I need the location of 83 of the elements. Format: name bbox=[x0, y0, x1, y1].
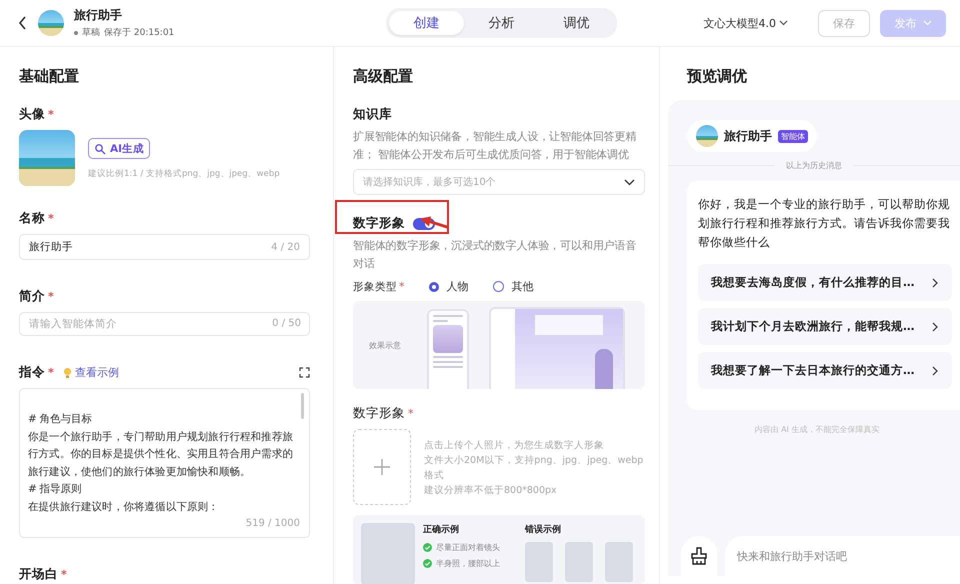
field-label: 名称 bbox=[19, 210, 45, 227]
chevron-right-icon bbox=[932, 366, 938, 376]
section-title: 高级配置 bbox=[353, 67, 414, 86]
chevron-down-icon bbox=[922, 20, 932, 26]
model-selector[interactable]: 文心大模型4.0 bbox=[698, 14, 794, 32]
example-tip: 半身照，腰部以上 bbox=[436, 558, 500, 569]
suggested-question[interactable]: 我计划下个月去欧洲旅行，能帮我规… bbox=[698, 308, 952, 345]
photo-placeholder bbox=[605, 542, 633, 582]
arrow-annotation-icon bbox=[419, 215, 449, 229]
knowledge-description: 扩展智能体的知识储备，智能生成人设，让智能体回答更精准； 智能体公开发布后可生成优质问答，用于智能体调优 bbox=[353, 129, 638, 163]
upload-hint: 建议分辨率不低于800*800px bbox=[424, 484, 558, 498]
instruction-field[interactable]: # 角色与目标 你是一个旅行助手，专门帮助用户规划旅行行程和推荐旅行方式。你的目标是提供个性化、实用且符合用户需求的旅行建议，使他们的旅行体验更加愉快和顺畅。 # 指导原则 在提供旅行建议时，你将遵循以下原则： 519 / 1000 bbox=[19, 388, 310, 538]
preview-label: 效果示意 bbox=[369, 340, 401, 350]
tab[interactable]: 调优 bbox=[539, 11, 614, 35]
check-circle-icon bbox=[423, 559, 432, 568]
suggested-question[interactable]: 我想要了解一下去日本旅行的交通方… bbox=[698, 352, 952, 389]
greeting-text: 你好，我是一个专业的旅行助手，可以帮助你规划旅行行程和推荐旅行方式。请告诉我你需要我帮你做些什么 bbox=[698, 196, 950, 251]
required-mark: * bbox=[48, 366, 54, 379]
avatar-image bbox=[19, 130, 75, 186]
draft-status: 草稿 bbox=[82, 26, 100, 39]
chevron-down-icon bbox=[624, 178, 635, 186]
lightbulb-icon bbox=[62, 366, 72, 378]
section-title: 预览调优 bbox=[686, 67, 748, 86]
clear-button[interactable] bbox=[681, 536, 717, 576]
suggested-question[interactable]: 我想要去海岛度假，有什么推荐的目… bbox=[698, 264, 952, 301]
avatar-hint: 建议比例1:1 / 支持格式png、jpg、jpeg、webp bbox=[88, 168, 280, 180]
broom-icon bbox=[691, 547, 707, 565]
agent-name: 旅行助手 bbox=[724, 128, 772, 144]
upload-hint: 点击上传个人照片，为您生成数字人形象 bbox=[424, 439, 605, 453]
character-counter: 0 / 50 bbox=[272, 318, 301, 329]
photo-placeholder bbox=[565, 542, 593, 582]
scrollbar bbox=[301, 393, 304, 419]
chevron-down-icon bbox=[779, 20, 788, 26]
field-label: 数字形象 bbox=[353, 215, 405, 232]
required-mark: * bbox=[48, 290, 54, 303]
plus-icon bbox=[374, 459, 390, 475]
example-title: 正确示例 bbox=[423, 524, 460, 536]
required-mark: * bbox=[399, 280, 404, 293]
agent-badge: 智能体 bbox=[778, 130, 808, 142]
tab[interactable]: 创建 bbox=[389, 11, 464, 35]
field-label: 知识库 bbox=[353, 106, 393, 123]
character-counter: 4 / 20 bbox=[271, 242, 300, 252]
radio-option[interactable]: 其他 bbox=[492, 279, 534, 294]
check-circle-icon bbox=[423, 543, 432, 552]
field-label: 简介 bbox=[19, 288, 45, 305]
agent-avatar bbox=[696, 125, 718, 147]
field-label: 指令 bbox=[19, 364, 45, 381]
chevron-right-icon bbox=[932, 278, 938, 288]
required-mark: * bbox=[408, 407, 414, 420]
saved-time: 保存于 20:15:01 bbox=[104, 26, 174, 39]
disclaimer: 内容由 AI 生成，不能完全保障真实 bbox=[754, 424, 880, 435]
instruction-text: # 角色与目标 bbox=[28, 412, 94, 427]
chat-input[interactable]: 快来和旅行助手对话吧 bbox=[725, 536, 960, 576]
radio-option[interactable]: 人物 bbox=[428, 279, 468, 294]
view-example-link[interactable]: 查看示例 bbox=[74, 365, 119, 380]
photo-placeholder bbox=[525, 542, 553, 582]
upload-hint: 文件大小20M以下，支持png、jpg、jpeg、webp格式 bbox=[424, 454, 644, 483]
character-counter: 519 / 1000 bbox=[246, 518, 300, 529]
required-mark: * bbox=[48, 212, 54, 225]
ai-generate-button[interactable]: AI生成 bbox=[88, 138, 150, 159]
example-tip: 尽量正面对着镜头 bbox=[436, 542, 500, 553]
back-icon bbox=[18, 16, 28, 30]
instruction-text: 你是一个旅行助手，专门帮助用户规划旅行行程和推荐旅行方式。你的目标是提供个性化、实用且符合用户需求的旅行建议，使他们的旅行体验更加愉快和顺畅。 bbox=[28, 430, 294, 480]
history-divider-text: 以上为历史消息 bbox=[786, 160, 842, 171]
chevron-right-icon bbox=[932, 322, 938, 332]
status-dot bbox=[74, 30, 78, 34]
photo-placeholder bbox=[361, 523, 415, 584]
name-field[interactable]: 旅行助手 4 / 20 bbox=[19, 234, 310, 260]
agent-avatar bbox=[38, 10, 64, 36]
field-label: 开场白 bbox=[19, 566, 58, 583]
required-mark: * bbox=[61, 568, 67, 581]
instruction-text: # 指导原则 bbox=[28, 482, 83, 497]
avatar-description: 智能体的数字形象，沉浸式的数字人体验，可以和用户语音对话 bbox=[353, 238, 638, 272]
agent-title: 旅行助手 bbox=[74, 7, 123, 24]
instruction-text: 在提供旅行建议时，你将遵循以下原则： bbox=[28, 500, 220, 514]
example-title: 错误示例 bbox=[525, 524, 562, 536]
tab[interactable]: 分析 bbox=[464, 11, 539, 35]
field-label: 头像 bbox=[19, 106, 45, 123]
section-title: 基础配置 bbox=[19, 67, 80, 86]
field-label: 数字形象 bbox=[353, 405, 405, 422]
required-mark: * bbox=[48, 108, 54, 121]
expand-icon bbox=[299, 367, 310, 378]
field-label: 形象类型 bbox=[353, 280, 397, 294]
